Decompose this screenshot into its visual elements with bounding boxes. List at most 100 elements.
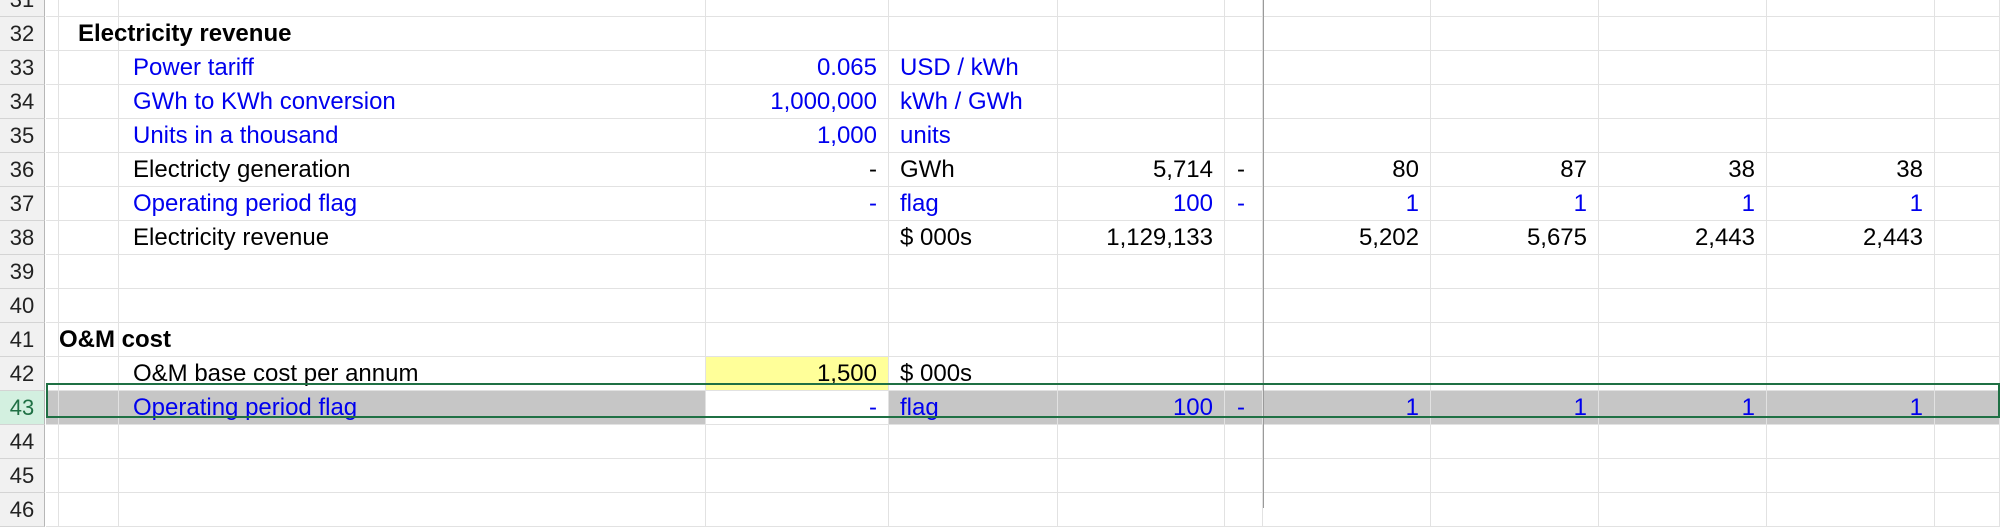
grid-cell[interactable] [1935,221,2000,255]
grid-cell[interactable] [1263,85,1431,119]
period-value-3[interactable]: 2,443 [1599,221,1755,254]
grid-cell[interactable] [46,119,59,153]
grid-cell[interactable] [1599,51,1767,85]
grid-cell[interactable] [1935,289,2000,323]
grid-cell[interactable] [59,255,119,289]
row-header[interactable]: 40 [0,289,45,323]
grid-cell[interactable] [59,493,119,527]
grid-cell[interactable] [59,459,119,493]
grid-cell[interactable] [1431,357,1599,391]
grid-cell[interactable] [1935,153,2000,187]
grid-cell[interactable] [1599,357,1767,391]
grid-cell[interactable] [59,391,119,425]
grid-cell[interactable] [1263,289,1431,323]
unit-label[interactable]: kWh / GWh [900,85,1023,118]
grid-cell[interactable] [59,221,119,255]
row-43[interactable]: 43 Operating period flag - flag 100-1 1 1 1 [0,391,2000,425]
grid-cell[interactable] [1058,85,1225,119]
period-value-2[interactable]: 1 [1431,391,1587,424]
grid-cell[interactable] [46,493,59,527]
grid-cell[interactable] [889,289,1058,323]
dash-value[interactable]: - [1237,391,1245,424]
row-44[interactable]: 44 [0,425,2000,459]
grid-cell[interactable] [59,119,119,153]
period-value-2[interactable]: 87 [1431,153,1587,186]
grid-cell[interactable] [1431,51,1599,85]
grid-cell[interactable] [46,425,59,459]
grid-cell[interactable] [1431,493,1599,527]
grid-cell[interactable] [889,255,1058,289]
grid-cell[interactable] [1935,493,2000,527]
grid-cell[interactable] [1263,425,1431,459]
period-value-4[interactable]: 1 [1767,187,1923,220]
grid-cell[interactable] [1767,493,1935,527]
grid-cell[interactable] [1767,255,1935,289]
grid-cell[interactable] [1058,17,1225,51]
row-header[interactable]: 45 [0,459,45,493]
grid-cell[interactable] [1767,85,1935,119]
row-41[interactable]: 41 O&M cost [0,323,2000,357]
grid-cell[interactable] [1263,459,1431,493]
grid-cell[interactable] [59,187,119,221]
period-value-4[interactable]: 38 [1767,153,1923,186]
row-header[interactable]: 36 [0,153,45,187]
period-value-2[interactable]: 1 [1431,187,1587,220]
input-value[interactable]: 1,000 [706,119,877,152]
period-value-1[interactable]: 1 [1263,187,1419,220]
grid-cell[interactable] [1431,289,1599,323]
grid-cell[interactable] [1431,119,1599,153]
grid-cell[interactable] [1935,459,2000,493]
grid-cell[interactable] [59,85,119,119]
period-value-4[interactable]: 1 [1767,391,1923,424]
period-value-1[interactable]: 5,202 [1263,221,1419,254]
grid-cell[interactable] [59,425,119,459]
period-value-4[interactable]: 2,443 [1767,221,1923,254]
row-header[interactable]: 34 [0,85,45,119]
grid-cell[interactable] [1599,255,1767,289]
grid-cell[interactable] [119,425,706,459]
row-header[interactable]: 41 [0,323,45,357]
grid-cell[interactable] [59,357,119,391]
grid-cell[interactable] [706,0,889,17]
grid-cell[interactable] [1225,221,1263,255]
grid-cell[interactable] [706,255,889,289]
grid-cell[interactable] [1058,425,1225,459]
grid-cell[interactable] [706,459,889,493]
grid-cell[interactable] [59,0,119,17]
grid-cell[interactable] [1431,85,1599,119]
total-value[interactable]: 100 [1058,187,1213,220]
grid-cell[interactable] [1935,391,2000,425]
grid-cell[interactable] [1599,85,1767,119]
row-39[interactable]: 39 [0,255,2000,289]
grid-cell[interactable] [1767,357,1935,391]
row-header[interactable]: 37 [0,187,45,221]
grid-cell[interactable] [1767,17,1935,51]
grid-cell[interactable] [706,221,889,255]
row-header[interactable]: 43 [0,391,45,425]
period-value-2[interactable]: 5,675 [1431,221,1587,254]
unit-label[interactable]: GWh [900,153,955,186]
row-header[interactable]: 44 [0,425,45,459]
row-header[interactable]: 38 [0,221,45,255]
total-value[interactable]: 100 [1058,391,1213,424]
row-31[interactable]: 31 [0,0,2000,17]
row-label[interactable]: Units in a thousand [133,119,338,152]
grid-cell[interactable] [119,323,706,357]
unit-label[interactable]: units [900,119,951,152]
grid-cell[interactable] [1225,0,1263,17]
grid-cell[interactable] [1599,459,1767,493]
grid-cell[interactable] [706,425,889,459]
grid-cell[interactable] [706,289,889,323]
input-value[interactable]: 1,500 [706,357,877,390]
grid-cell[interactable] [1431,255,1599,289]
grid-cell[interactable] [889,17,1058,51]
grid-cell[interactable] [46,323,59,357]
grid-cell[interactable] [1058,323,1225,357]
grid-cell[interactable] [46,357,59,391]
grid-cell[interactable] [1935,425,2000,459]
dash-value[interactable]: - [1237,187,1245,220]
grid-cell[interactable] [1935,0,2000,17]
grid-cell[interactable] [46,0,59,17]
grid-cell[interactable] [1058,255,1225,289]
grid-cell[interactable] [1599,289,1767,323]
